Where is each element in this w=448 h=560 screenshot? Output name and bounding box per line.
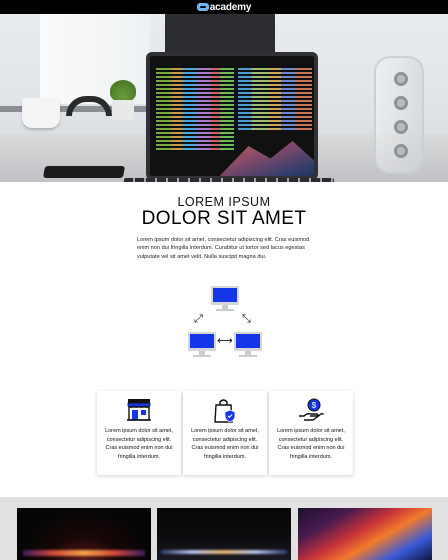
section-description: Lorem ipsum dolor sit amet, consectetur … (137, 237, 310, 260)
arrow-diagonal-icon: ⤡ (242, 312, 251, 325)
hand-coin-icon: $ (299, 398, 325, 421)
top-bar: academy (0, 0, 448, 14)
shopping-bag-shield-icon (214, 399, 236, 423)
section-kicker: LOREM IPSUM (177, 195, 271, 209)
speaker (374, 56, 424, 174)
image-gallery (0, 497, 448, 560)
feature-card-payment: $ Lorem ipsum dolor sit amet, consectetu… (269, 391, 353, 475)
gallery-image-laptop-glow[interactable] (17, 508, 151, 560)
computer-icon (211, 286, 239, 312)
academy-logo[interactable]: academy (196, 1, 252, 13)
arrow-horizontal-icon: ⟷ (217, 334, 233, 347)
card-text: Lorem ipsum dolor sit amet, consectetur … (277, 428, 345, 460)
feature-card-store: Lorem ipsum dolor sit amet, consectetur … (97, 391, 181, 475)
laptop-screen (146, 52, 318, 180)
card-text: Lorem ipsum dolor sit amet, consectetur … (191, 428, 259, 460)
logo-text: academy (209, 1, 252, 13)
feature-card-secure-shopping: Lorem ipsum dolor sit amet, consectetur … (183, 391, 267, 475)
academy-logo-icon (196, 3, 209, 11)
network-computers-icon: ⤢ ⤡ ⟷ (186, 282, 264, 362)
card-text: Lorem ipsum dolor sit amet, consectetur … (105, 428, 173, 460)
section-title: DOLOR SIT AMET (141, 208, 307, 229)
storefront-icon (127, 399, 151, 421)
hero-image (0, 14, 448, 182)
computer-icon (234, 332, 262, 358)
gallery-image-laptop-edge[interactable] (157, 508, 291, 560)
svg-text:$: $ (312, 401, 317, 410)
gallery-image-abstract-waves[interactable] (298, 508, 432, 560)
arrow-diagonal-icon: ⤢ (194, 312, 203, 325)
computer-icon (188, 332, 216, 358)
